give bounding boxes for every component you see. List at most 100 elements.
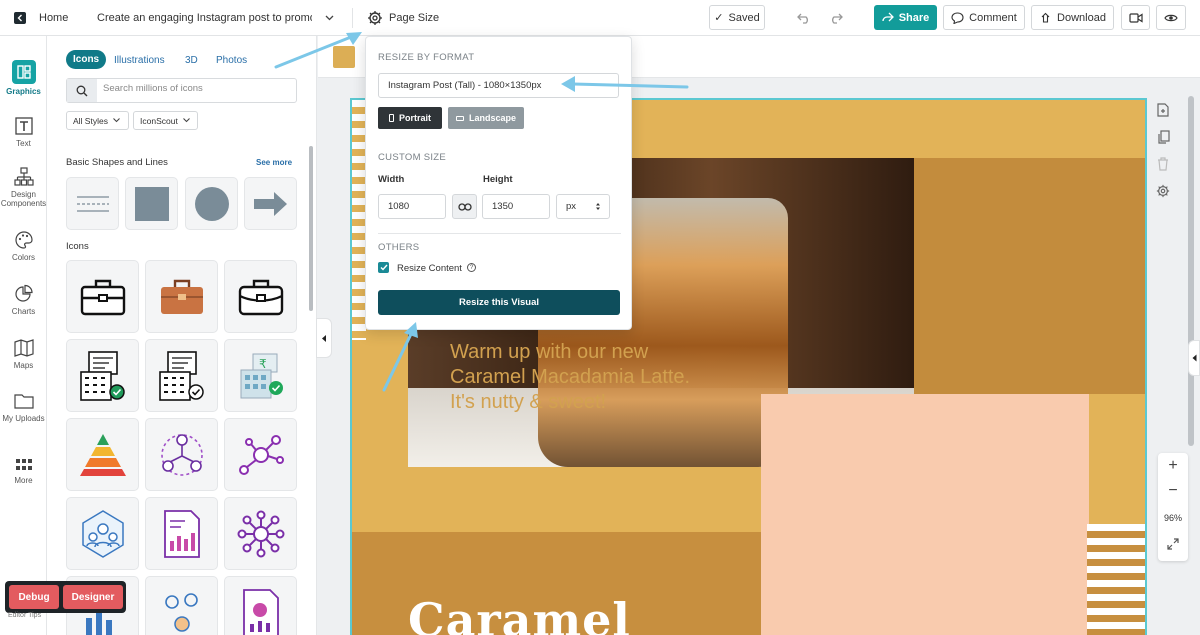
download-button[interactable]: Download (1031, 5, 1114, 30)
saved-status[interactable]: ✓ Saved (709, 5, 765, 30)
graphics-panel: Icons Illustrations 3D Photos All Styles… (47, 36, 317, 635)
add-page-button[interactable] (1153, 100, 1173, 120)
shape-lines[interactable] (66, 177, 119, 230)
delete-page-button[interactable] (1153, 154, 1173, 174)
expand-icon (1167, 538, 1179, 550)
icon-tile[interactable] (66, 497, 139, 570)
format-value: Instagram Post (Tall) - 1080×1350px (388, 80, 542, 91)
share-icon (882, 12, 894, 22)
canvas-scrollbar[interactable] (1188, 96, 1194, 446)
icon-tile[interactable] (66, 418, 139, 491)
source-filter-label: IconScout (140, 115, 178, 126)
tab-illustrations[interactable]: Illustrations (114, 55, 165, 66)
document-title-text: Create an engaging Instagram post to pro… (97, 12, 312, 24)
duplicate-page-button[interactable] (1153, 127, 1173, 147)
portrait-button[interactable]: Portrait (378, 107, 442, 129)
link-icon (457, 202, 472, 211)
width-input[interactable]: 1080 (378, 194, 446, 219)
icon-tile[interactable] (224, 418, 297, 491)
fit-screen-button[interactable] (1167, 537, 1179, 555)
icon-tile[interactable] (145, 339, 218, 412)
height-input[interactable]: 1350 (482, 194, 550, 219)
resize-visual-button[interactable]: Resize this Visual (378, 290, 620, 315)
icon-tile[interactable] (224, 260, 297, 333)
zoom-in-button[interactable]: + (1158, 457, 1188, 475)
record-button[interactable] (1121, 5, 1150, 30)
style-filter-dropdown[interactable]: All Styles (66, 111, 129, 130)
rail-item-graphics[interactable]: Graphics (0, 60, 47, 96)
icon-tile[interactable] (224, 497, 297, 570)
rail-item-maps[interactable]: Maps (0, 338, 47, 370)
help-icon[interactable]: ? (467, 263, 476, 272)
peach-textbox[interactable] (761, 394, 1089, 635)
components-icon (13, 167, 34, 186)
zoom-out-button[interactable]: − (1158, 482, 1188, 500)
unit-select[interactable]: px (556, 194, 610, 219)
tab-photos[interactable]: Photos (216, 55, 247, 66)
shape-circle[interactable] (185, 177, 238, 230)
icon-tile[interactable] (145, 260, 218, 333)
chevron-down-icon (113, 118, 120, 123)
color-block[interactable] (914, 158, 1145, 394)
icon-tile[interactable] (145, 418, 218, 491)
rail-item-charts[interactable]: Charts (0, 284, 47, 316)
download-label: Download (1057, 11, 1106, 24)
designer-button[interactable]: Designer (63, 585, 123, 609)
undo-button[interactable] (797, 0, 811, 36)
search-input[interactable] (103, 83, 293, 94)
tab-3d[interactable]: 3D (185, 55, 198, 66)
panel-scrollbar[interactable] (309, 146, 313, 311)
icon-tile[interactable] (66, 339, 139, 412)
height-value: 1350 (492, 201, 514, 212)
source-filter-dropdown[interactable]: IconScout (133, 111, 198, 130)
rail-item-text[interactable]: Text (0, 116, 47, 148)
comment-button[interactable]: Comment (943, 5, 1025, 30)
search-box (66, 78, 297, 103)
left-stripes (352, 100, 366, 340)
rail-item-my-uploads[interactable]: My Uploads (0, 391, 47, 423)
comment-label: Comment (969, 11, 1017, 24)
page-size-button[interactable]: Page Size (367, 0, 439, 36)
tagline-text[interactable]: Warm up with our new Caramel Macadamia L… (450, 340, 710, 415)
preview-button[interactable] (1156, 5, 1186, 30)
icon-tile[interactable] (224, 576, 297, 635)
icon-tile[interactable] (66, 260, 139, 333)
check-icon: ✓ (714, 12, 724, 24)
building-invoice-icon (79, 350, 125, 401)
see-more-link[interactable]: See more (256, 158, 292, 167)
page-settings-button[interactable] (1153, 181, 1173, 201)
resize-format-heading: RESIZE BY FORMAT (378, 52, 475, 63)
debug-button[interactable]: Debug (9, 585, 59, 609)
icon-tile[interactable] (145, 576, 218, 635)
rail-item-more[interactable]: More (0, 457, 47, 485)
home-link[interactable]: Home (14, 0, 68, 36)
chevron-left-icon (322, 334, 326, 342)
icon-tile[interactable] (145, 497, 218, 570)
sort-icon (596, 203, 600, 210)
editor-tips-label[interactable]: Editor Tips (8, 612, 41, 619)
office-building-icon: ₹ (240, 353, 283, 398)
resize-content-checkbox[interactable] (378, 262, 389, 273)
tab-icons[interactable]: Icons (66, 50, 107, 69)
lock-ratio-button[interactable] (452, 194, 477, 219)
rail-label: Design Components (0, 190, 47, 208)
right-stripes (1087, 524, 1145, 635)
icon-tile[interactable]: ₹ (224, 339, 297, 412)
rail-item-colors[interactable]: Colors (0, 230, 47, 262)
share-button[interactable]: Share (874, 5, 937, 30)
trash-icon (1158, 157, 1168, 171)
right-panel-toggle[interactable] (1188, 340, 1200, 376)
redo-icon (832, 13, 843, 24)
zoom-level: 96% (1163, 513, 1182, 523)
report-chart-icon (163, 509, 200, 558)
search-icon[interactable] (67, 79, 97, 102)
saved-label: Saved (728, 11, 760, 24)
redo-button[interactable] (829, 0, 843, 36)
shape-arrow[interactable] (244, 177, 297, 230)
rail-item-design-components[interactable]: Design Components (0, 167, 47, 208)
landscape-button[interactable]: Landscape (448, 107, 524, 129)
headline-text[interactable]: Caramel (408, 593, 631, 635)
collapse-panel-button[interactable] (316, 318, 332, 358)
shape-square[interactable] (125, 177, 178, 230)
back-icon (14, 12, 26, 24)
